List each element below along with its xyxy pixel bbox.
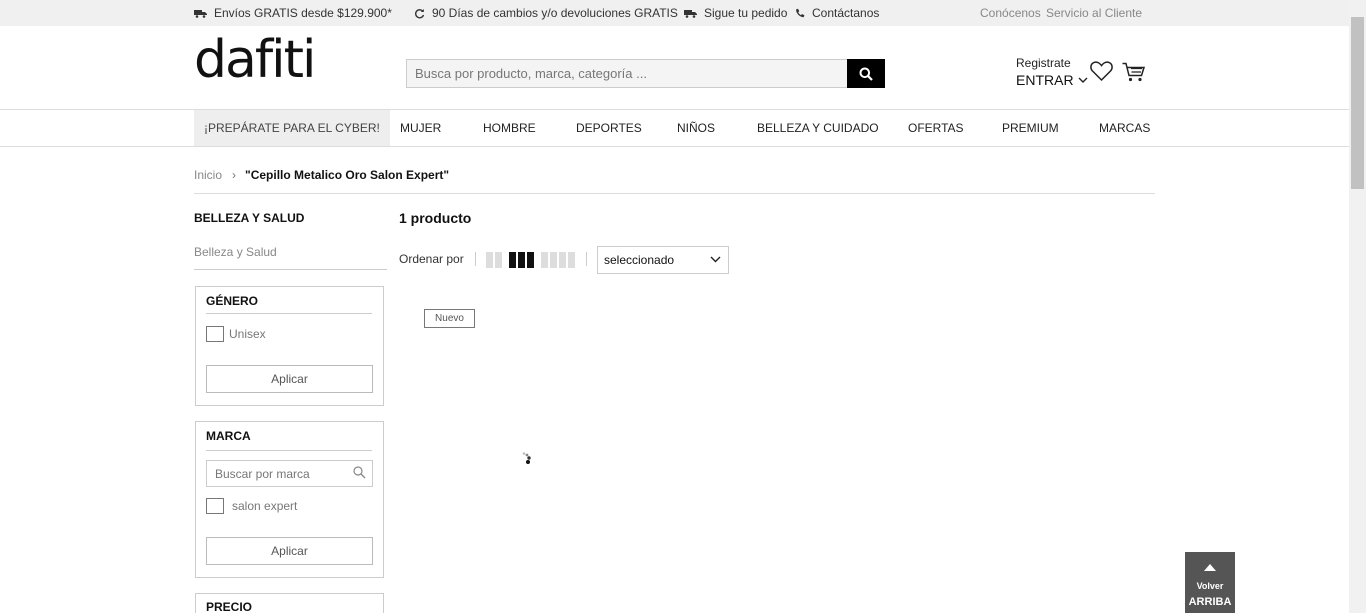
grid-cell-icon (568, 252, 575, 268)
sort-select-value: seleccionado (604, 253, 675, 267)
search-input[interactable] (406, 59, 848, 88)
returns-text: 90 Días de cambios y/o devoluciones GRAT… (432, 6, 678, 20)
logo[interactable]: dafiti (194, 34, 316, 86)
page-scrollbar[interactable] (1349, 0, 1366, 613)
main-nav: ¡PREPÁRATE PARA EL CYBER! MUJER HOMBRE D… (0, 110, 1349, 147)
filter-brand-title: MARCA (206, 429, 251, 443)
returns-link[interactable]: 90 Días de cambios y/o devoluciones GRAT… (414, 6, 678, 20)
arrow-up-icon (1204, 564, 1216, 571)
register-link[interactable]: Registrate (1016, 56, 1071, 70)
grid-cell-icon (495, 252, 502, 268)
back-to-top-button[interactable]: Volver ARRIBA (1185, 552, 1235, 613)
page: Envíos GRATIS desde $129.900* 90 Días de… (0, 0, 1366, 613)
brand-search-input[interactable] (206, 460, 373, 487)
divider (194, 193, 1155, 194)
back-to-top-small-label: Volver (1196, 581, 1224, 591)
filter-gender-title: GÉNERO (206, 294, 259, 308)
grid-view-3-button[interactable] (509, 252, 534, 268)
filter-price: PRECIO (195, 593, 384, 613)
phone-icon (796, 8, 805, 18)
about-link[interactable]: Conócenos (980, 6, 1041, 20)
grid-cell-icon (518, 252, 525, 268)
divider (194, 269, 387, 270)
grid-cell-icon (541, 252, 548, 268)
filter-gender: GÉNERO Unisex Aplicar (195, 286, 384, 406)
search-button[interactable] (847, 59, 885, 88)
truck-icon (684, 9, 697, 18)
customer-service-text: Servicio al Cliente (1046, 6, 1143, 20)
divider (206, 313, 372, 314)
search-icon (353, 466, 366, 479)
nav-item-deportes[interactable]: DEPORTES (576, 110, 642, 146)
grid-cell-icon (550, 252, 557, 268)
product-count: 1 producto (399, 210, 472, 226)
salon-expert-label: salon expert (232, 499, 298, 513)
search-icon (859, 67, 873, 81)
about-text: Conócenos (980, 6, 1041, 20)
sidebar-category-link[interactable]: Belleza y Salud (194, 245, 277, 259)
wishlist-heart-icon[interactable] (1090, 60, 1113, 82)
grid-cell-icon (509, 252, 516, 268)
customer-service-link[interactable]: Servicio al Cliente (1046, 6, 1142, 20)
nav-item-ninos[interactable]: NIÑOS (677, 110, 715, 146)
gender-apply-button[interactable]: Aplicar (206, 365, 373, 393)
site-header: dafiti Registrate ENTRAR (0, 26, 1349, 110)
divider (475, 252, 476, 266)
shipping-text: Envíos GRATIS desde $129.900* (214, 6, 392, 20)
contact-link[interactable]: Contáctanos (795, 6, 879, 20)
sort-select[interactable]: seleccionado (597, 246, 729, 274)
back-to-top-large-label: ARRIBA (1188, 596, 1232, 608)
grid-cell-icon (527, 252, 534, 268)
unisex-checkbox[interactable] (206, 326, 224, 342)
nav-item-mujer[interactable]: MUJER (400, 110, 441, 146)
tracking-link[interactable]: Sigue tu pedido (684, 6, 787, 20)
unisex-label: Unisex (229, 327, 266, 341)
breadcrumb-current: "Cepillo Metalico Oro Salon Expert" (245, 168, 450, 182)
chevron-down-icon (710, 256, 721, 263)
brand-apply-button[interactable]: Aplicar (206, 537, 373, 565)
contact-text: Contáctanos (812, 6, 880, 20)
salon-expert-checkbox[interactable] (206, 498, 224, 514)
loading-spinner-icon (522, 452, 531, 464)
refresh-icon (415, 8, 425, 18)
chevron-down-icon (1078, 77, 1088, 83)
nav-item-marcas[interactable]: MARCAS (1099, 110, 1150, 146)
grid-view-4-button[interactable] (541, 252, 575, 268)
filter-brand: MARCA salon expert Aplicar (195, 421, 384, 578)
nav-item-ofertas[interactable]: OFERTAS (908, 110, 964, 146)
nav-item-belleza[interactable]: BELLEZA Y CUIDADO (757, 110, 879, 146)
tracking-text: Sigue tu pedido (704, 6, 788, 20)
login-label: ENTRAR (1016, 72, 1074, 88)
truck-icon (194, 9, 207, 18)
divider (206, 450, 372, 451)
grid-view-2-button[interactable] (486, 252, 502, 268)
cart-icon[interactable] (1122, 62, 1146, 82)
filter-price-title: PRECIO (206, 600, 253, 613)
grid-cell-icon (486, 252, 493, 268)
divider (586, 252, 587, 266)
grid-cell-icon (559, 252, 566, 268)
scrollbar-thumb[interactable] (1351, 17, 1364, 189)
top-bar: Envíos GRATIS desde $129.900* 90 Días de… (0, 0, 1349, 26)
new-badge: Nuevo (424, 309, 475, 328)
nav-item-hombre[interactable]: HOMBRE (483, 110, 536, 146)
shipping-link[interactable]: Envíos GRATIS desde $129.900* (194, 6, 392, 20)
sidebar-title: BELLEZA Y SALUD (194, 211, 305, 225)
login-button[interactable]: ENTRAR (1016, 72, 1088, 88)
breadcrumb-home[interactable]: Inicio (194, 168, 222, 182)
breadcrumb-separator: › (232, 168, 236, 182)
nav-item-premium[interactable]: PREMIUM (1002, 110, 1059, 146)
nav-item-cyber-promo[interactable]: ¡PREPÁRATE PARA EL CYBER! (194, 110, 390, 146)
sort-label: Ordenar por (399, 252, 464, 266)
